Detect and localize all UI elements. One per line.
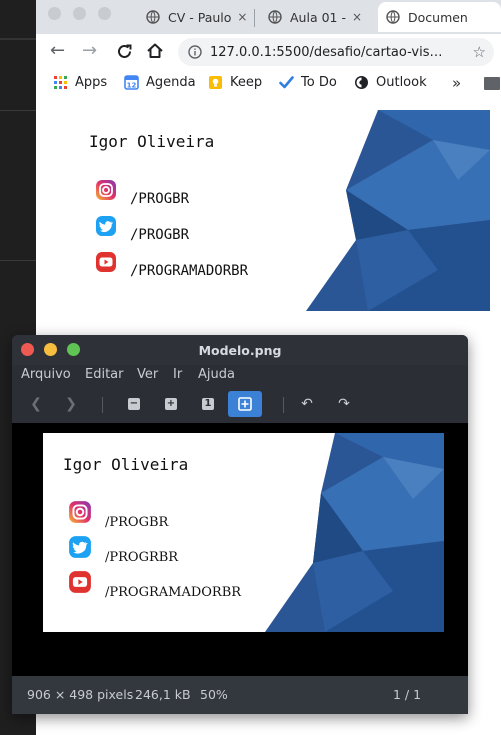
next-image-icon[interactable]: ❯ (60, 393, 82, 415)
image-dimensions: 906 × 498 pixels (27, 687, 134, 702)
bookmark-label: To Do (301, 75, 337, 90)
rotate-left-icon[interactable]: ↶ (296, 393, 318, 415)
image-file-size: 246,1 kB (135, 687, 191, 702)
instagram-icon (96, 180, 116, 200)
globe-icon (268, 10, 282, 24)
more-bookmarks-icon[interactable]: » (452, 74, 461, 92)
svg-text:12: 12 (127, 82, 137, 90)
tab-aula[interactable]: Aula 01 - × (268, 2, 368, 32)
bookmark-label: Apps (75, 75, 108, 90)
todo-check-icon (279, 76, 294, 89)
viewer-canvas: Igor Oliveira /PROGBR /PROGRBR /PROGRAMA… (12, 423, 468, 676)
tab-label: Aula 01 - (290, 9, 346, 25)
card-twitter-handle: /PROGBR (130, 227, 190, 243)
bookmark-label: Keep (230, 75, 263, 90)
bookmark-outlook[interactable]: Outlook (354, 75, 427, 90)
back-arrow-icon[interactable]: ← (50, 41, 65, 61)
keep-bulb-icon (209, 76, 222, 89)
window-maximize-button[interactable] (98, 7, 111, 20)
forward-arrow-icon[interactable]: → (82, 41, 97, 61)
page-indicator: 1 / 1 (393, 687, 422, 702)
zoom-original-icon[interactable]: 1 (197, 393, 219, 415)
bookmark-todo[interactable]: To Do (279, 75, 337, 90)
zoom-fit-icon[interactable] (228, 391, 262, 417)
menu-arquivo[interactable]: Arquivo (21, 367, 71, 382)
menu-ajuda[interactable]: Ajuda (198, 367, 235, 382)
calendar-icon: 12 (124, 75, 139, 90)
viewer-statusbar: 906 × 498 pixels 246,1 kB 50% 1 / 1 (12, 676, 468, 714)
folder-icon[interactable] (484, 77, 500, 90)
zoom-in-icon[interactable]: + (160, 393, 182, 415)
home-icon[interactable] (146, 42, 164, 60)
card-youtube-handle: /PROGRAMADORBR (130, 263, 249, 279)
card-youtube-row: /PROGRAMADORBR (95, 245, 248, 279)
preview-card-name: Igor Oliveira (63, 455, 189, 474)
zoom-level: 50% (200, 687, 228, 702)
tab-bar: CV - Paulo × Aula 01 - × Documen (36, 0, 501, 34)
bookmark-keep[interactable]: Keep (208, 75, 262, 90)
close-icon[interactable]: × (237, 10, 246, 24)
youtube-icon (96, 252, 116, 272)
tab-label: Documen (408, 9, 468, 25)
preview-instagram-row: /PROGBR (68, 493, 168, 530)
viewer-title: Modelo.png (198, 343, 282, 358)
card-instagram-row: /PROGBR (95, 173, 189, 207)
previous-image-icon[interactable]: ❮ (25, 393, 47, 415)
card-name: Igor Oliveira (89, 132, 215, 151)
tab-documento-active[interactable]: Documen (378, 2, 501, 32)
window-controls (48, 7, 111, 20)
window-minimize-button[interactable] (73, 7, 86, 20)
close-icon[interactable]: × (352, 10, 362, 24)
bookmark-label: Agenda (146, 75, 196, 90)
address-bar[interactable]: 127.0.0.1:5500/desafio/cartao-vis… ☆ (178, 38, 494, 66)
bookmark-label: Outlook (376, 75, 427, 90)
reload-icon[interactable] (116, 43, 133, 60)
globe-icon (146, 10, 160, 24)
tab-label: CV - Paulo (168, 9, 232, 25)
business-card: Igor Oliveira /PROGBR /PROGBR /PROGRAMAD… (78, 110, 490, 311)
twitter-icon (69, 535, 91, 558)
preview-twitter-row: /PROGRBR (68, 528, 178, 565)
menu-editar[interactable]: Editar (85, 367, 124, 382)
bookmarks-bar: Apps 12 Agenda Keep To Do Outlook » (36, 70, 501, 98)
menu-ver[interactable]: Ver (137, 367, 158, 382)
outlook-icon (355, 76, 368, 89)
youtube-icon (69, 570, 91, 593)
preview-business-card: Igor Oliveira /PROGBR /PROGRBR /PROGRAMA… (43, 433, 444, 632)
zoom-out-icon[interactable]: − (123, 393, 145, 415)
tab-cv[interactable]: CV - Paulo × (146, 2, 246, 32)
instagram-icon (69, 500, 91, 523)
url-text[interactable]: 127.0.0.1:5500/desafio/cartao-vis… (210, 45, 443, 60)
bookmark-agenda[interactable]: 12 Agenda (124, 75, 196, 90)
bookmark-apps[interactable]: Apps (53, 75, 107, 90)
viewer-titlebar: Modelo.png (12, 335, 468, 365)
image-viewer-window: Modelo.png Arquivo Editar Ver Ir Ajuda ❮… (12, 335, 468, 714)
viewer-toolbar: ❮ ❯ − + 1 ↶ ↷ (12, 387, 468, 421)
card-twitter-row: /PROGBR (95, 209, 189, 243)
info-icon[interactable] (188, 45, 202, 59)
viewer-menubar: Arquivo Editar Ver Ir Ajuda (12, 365, 468, 387)
fit-window-icon (238, 397, 252, 411)
preview-youtube-row: /PROGRAMADORBR (68, 563, 241, 600)
menu-ir[interactable]: Ir (173, 367, 182, 382)
twitter-icon (96, 216, 116, 236)
preview-youtube-handle: /PROGRAMADORBR (105, 585, 242, 600)
window-close-button[interactable] (48, 7, 61, 20)
globe-icon (386, 10, 400, 24)
bookmark-star-icon[interactable]: ☆ (473, 43, 486, 61)
card-instagram-handle: /PROGBR (130, 191, 190, 207)
apps-grid-icon (54, 76, 67, 89)
rotate-right-icon[interactable]: ↷ (333, 393, 355, 415)
browser-toolbar: ← → 127.0.0.1:5500/desafio/cartao-vis… ☆ (36, 34, 501, 70)
